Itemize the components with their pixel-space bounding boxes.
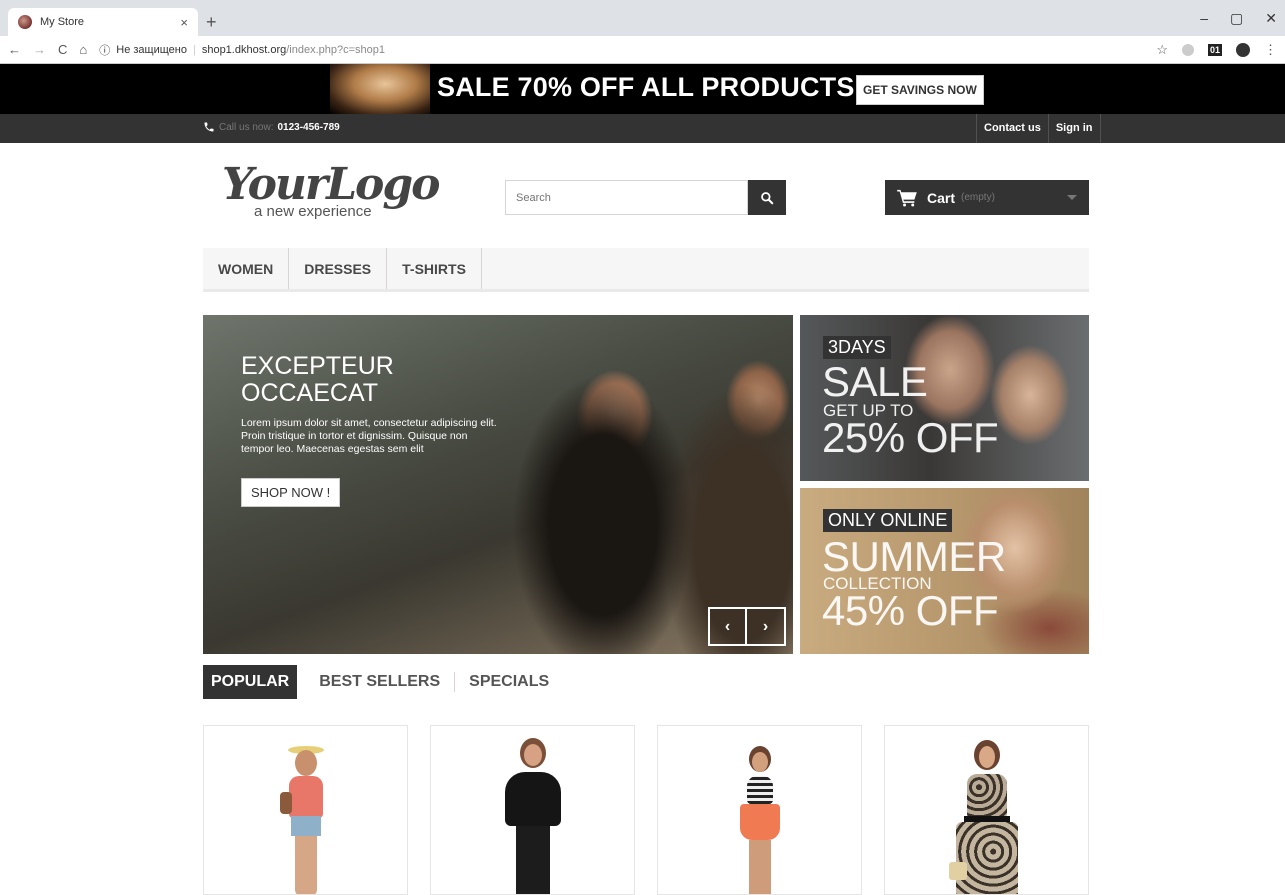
tab-specials[interactable]: SPECIALS bbox=[455, 672, 563, 692]
product-tabs: POPULAR BEST SELLERS SPECIALS bbox=[203, 665, 563, 699]
product-card[interactable] bbox=[430, 725, 635, 895]
globe-extension-icon[interactable] bbox=[1181, 43, 1194, 56]
tab-title: My Store bbox=[40, 16, 85, 28]
product-card[interactable] bbox=[657, 725, 862, 895]
banner-tag: 3DAYS bbox=[823, 336, 891, 359]
home-button[interactable]: ⌂ bbox=[79, 42, 87, 57]
banner-3days-sale[interactable]: 3DAYS SALE GET UP TO 25% OFF bbox=[800, 315, 1089, 481]
banner-summer-collection[interactable]: ONLY ONLINE SUMMER COLLECTION 45% OFF bbox=[800, 488, 1089, 654]
window-controls: – ▢ ✕ bbox=[1200, 10, 1277, 27]
banner-discount: 45% OFF bbox=[822, 587, 999, 634]
banner-headline: SALE bbox=[822, 358, 928, 405]
security-label: Не защищено bbox=[116, 43, 187, 56]
banner-discount: 25% OFF bbox=[822, 414, 999, 461]
cart-button[interactable]: Cart (empty) bbox=[885, 180, 1089, 215]
search-button[interactable] bbox=[748, 180, 786, 215]
product-image[interactable] bbox=[730, 746, 790, 894]
url-path: /index.php?c=shop1 bbox=[286, 43, 385, 56]
browser-toolbar-right: ☆ 01 ⋮ bbox=[1156, 42, 1277, 58]
forward-button[interactable]: → bbox=[33, 42, 46, 57]
logo-tagline: a new experience bbox=[254, 203, 372, 220]
restore-button[interactable]: ▢ bbox=[1230, 10, 1243, 27]
promo-text: SALE 70% OFF ALL PRODUCTS bbox=[437, 72, 855, 102]
cart-status: (empty) bbox=[961, 192, 995, 203]
contact-us-link[interactable]: Contact us bbox=[976, 114, 1048, 143]
site-logo[interactable]: YourLogo a new experience bbox=[222, 159, 442, 223]
cart-label: Cart bbox=[927, 189, 956, 206]
minimize-button[interactable]: – bbox=[1200, 10, 1208, 27]
new-tab-button[interactable]: + bbox=[206, 12, 217, 33]
get-savings-button[interactable]: GET SAVINGS NOW bbox=[856, 75, 984, 105]
back-button[interactable]: ← bbox=[8, 42, 21, 57]
slide-title-line2: OCCAECAT bbox=[241, 379, 379, 407]
url-field[interactable]: ⓘ Не защищено | shop1.dkhost.org/index.p… bbox=[99, 42, 385, 58]
cart-icon bbox=[897, 189, 917, 206]
slide-title-line1: EXCEPTEUR bbox=[241, 352, 394, 380]
site-header: YourLogo a new experience Cart (empty) bbox=[0, 143, 1285, 246]
product-image[interactable] bbox=[493, 738, 573, 894]
product-image[interactable] bbox=[947, 740, 1027, 894]
menu-item-tshirts[interactable]: T-SHIRTS bbox=[387, 248, 482, 289]
search-input[interactable] bbox=[505, 180, 748, 215]
top-nav: Call us now: 0123-456-789 Contact us Sig… bbox=[0, 114, 1285, 143]
promo-banner[interactable]: SALE 70% OFF ALL PRODUCTS GET SAVINGS NO… bbox=[0, 64, 1285, 114]
slide-text: Lorem ipsum dolor sit amet, consectetur … bbox=[241, 417, 497, 455]
banner-headline: SUMMER bbox=[822, 533, 1006, 580]
menu-item-dresses[interactable]: DRESSES bbox=[289, 248, 388, 289]
bookmark-star-icon[interactable]: ☆ bbox=[1156, 42, 1168, 58]
main-menu: WOMEN DRESSES T-SHIRTS bbox=[203, 248, 1089, 292]
chevron-down-icon bbox=[1067, 195, 1077, 200]
profile-avatar-icon[interactable] bbox=[1236, 42, 1250, 57]
phone-number: 0123-456-789 bbox=[277, 121, 340, 133]
favicon-icon bbox=[18, 15, 32, 29]
sign-in-link[interactable]: Sign in bbox=[1047, 114, 1101, 143]
browser-tab[interactable]: My Store × bbox=[8, 8, 198, 36]
browser-tabbar: My Store × + – ▢ ✕ bbox=[0, 0, 1285, 36]
product-card[interactable] bbox=[884, 725, 1089, 895]
extension-01-icon[interactable]: 01 bbox=[1207, 43, 1222, 56]
tab-popular[interactable]: POPULAR bbox=[203, 665, 298, 699]
product-image[interactable] bbox=[276, 744, 336, 894]
info-icon[interactable]: ⓘ bbox=[99, 42, 110, 58]
tab-best-sellers[interactable]: BEST SELLERS bbox=[305, 672, 456, 692]
header-links: Contact us Sign in bbox=[976, 114, 1101, 143]
browser-menu-icon[interactable]: ⋮ bbox=[1264, 42, 1277, 58]
url-host: shop1.dkhost.org bbox=[201, 43, 287, 56]
phone-icon bbox=[204, 122, 214, 132]
slider-controls: ‹ › bbox=[708, 607, 786, 646]
slide-title: EXCEPTEUR OCCAECAT bbox=[241, 353, 481, 407]
menu-item-women[interactable]: WOMEN bbox=[203, 248, 290, 289]
call-us: Call us now: 0123-456-789 bbox=[203, 121, 340, 133]
product-grid bbox=[203, 725, 1089, 895]
search-form bbox=[505, 180, 786, 215]
product-card[interactable] bbox=[203, 725, 408, 895]
slider-next-button[interactable]: › bbox=[747, 607, 786, 646]
shop-now-button[interactable]: SHOP NOW ! bbox=[241, 478, 341, 507]
promo-model-image bbox=[330, 64, 430, 114]
call-label: Call us now: bbox=[219, 121, 274, 133]
banner-tag: ONLY ONLINE bbox=[823, 509, 953, 532]
search-icon bbox=[761, 191, 774, 204]
slider-prev-button[interactable]: ‹ bbox=[708, 607, 747, 646]
url-separator: | bbox=[192, 43, 196, 56]
address-bar: ← → C ⌂ ⓘ Не защищено | shop1.dkhost.org… bbox=[0, 36, 1285, 64]
home-slider[interactable]: EXCEPTEUR OCCAECAT Lorem ipsum dolor sit… bbox=[203, 315, 793, 654]
tab-close-icon[interactable]: × bbox=[180, 15, 188, 30]
reload-button[interactable]: C bbox=[58, 42, 67, 57]
close-window-button[interactable]: ✕ bbox=[1265, 10, 1277, 27]
